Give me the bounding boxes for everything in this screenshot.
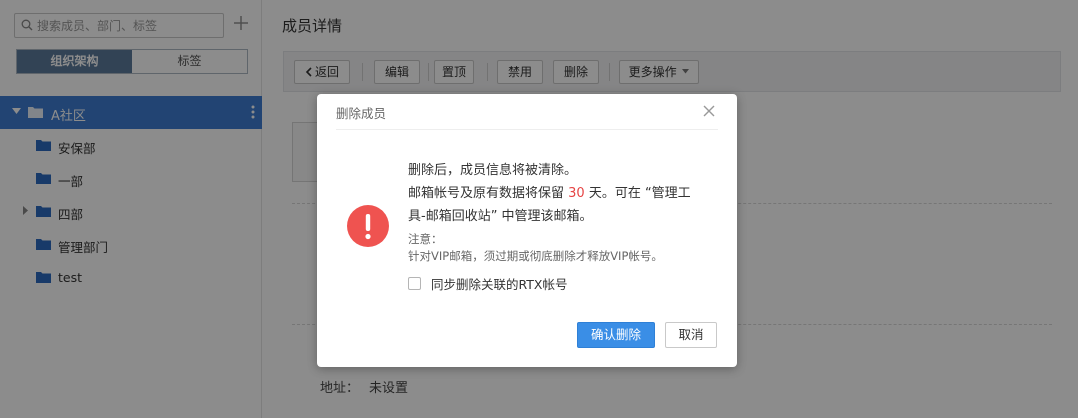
dialog-message: 删除后，成员信息将被清除。 邮箱帐号及原有数据将保留 30 天。可在 “管理工具…	[408, 159, 708, 228]
dialog-note: 注意： 针对VIP邮箱，须过期或彻底删除才释放VIP帐号。	[408, 231, 708, 265]
warning-icon	[347, 205, 389, 247]
close-icon[interactable]	[703, 105, 715, 117]
dialog-divider	[336, 129, 718, 130]
dialog-title: 删除成员	[336, 106, 387, 121]
message-line1: 删除后，成员信息将被清除。	[408, 163, 578, 178]
checkbox-label: 同步删除关联的RTX帐号	[431, 277, 568, 292]
confirm-delete-button[interactable]: 确认删除	[577, 322, 655, 348]
note-text: 针对VIP邮箱，须过期或彻底删除才释放VIP帐号。	[408, 249, 663, 263]
cancel-button[interactable]: 取消	[665, 322, 717, 348]
message-line2: 邮箱帐号及原有数据将保留 30 天。可在 “管理工具-邮箱回收站” 中管理该邮箱…	[408, 186, 691, 224]
sync-delete-rtx-option[interactable]: 同步删除关联的RTX帐号	[408, 274, 567, 293]
retention-days: 30	[568, 186, 585, 201]
note-title: 注意：	[408, 232, 443, 246]
sync-delete-rtx-checkbox[interactable]	[408, 277, 421, 290]
delete-member-dialog: 删除成员 删除后，成员信息将被清除。 邮箱帐号及原有数据将保留 30 天。可在 …	[317, 94, 737, 367]
